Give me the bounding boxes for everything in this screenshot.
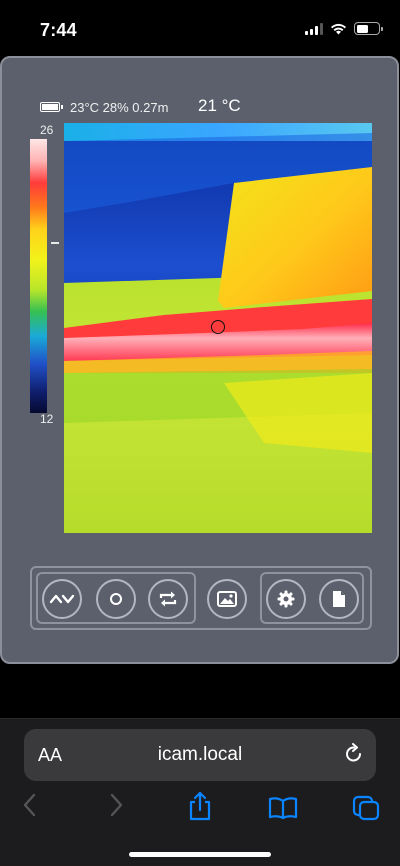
share-icon	[189, 791, 211, 821]
scale-min-label: 12	[40, 412, 54, 426]
status-time: 7:44	[40, 20, 77, 40]
address-bar[interactable]: AA icam.local	[24, 729, 376, 781]
document-icon	[333, 591, 345, 607]
device-info: 23°C 28% 0.27m	[40, 98, 168, 116]
gallery-button[interactable]	[207, 579, 247, 619]
phone-battery-icon	[354, 22, 383, 35]
wifi-icon	[331, 23, 346, 34]
adjust-range-button[interactable]	[42, 579, 82, 619]
reload-icon	[346, 743, 361, 762]
color-scale-bar	[30, 139, 47, 413]
status-bar: 7:44	[0, 0, 400, 52]
cellular-signal-icon	[305, 22, 323, 35]
tabs-icon	[352, 795, 380, 821]
browser-chrome: AA icam.local	[0, 718, 400, 866]
reload-button[interactable]	[344, 743, 364, 770]
image-icon	[217, 591, 237, 607]
chevron-right-icon	[110, 793, 123, 817]
camera-panel: 23°C 28% 0.27m 21 °C 26 12	[0, 56, 399, 664]
status-icons	[305, 22, 383, 35]
measurement-crosshair	[211, 320, 225, 334]
share-button[interactable]	[187, 791, 213, 826]
repeat-icon	[159, 591, 177, 607]
book-icon	[268, 797, 298, 820]
back-button[interactable]	[22, 793, 38, 822]
file-button[interactable]	[319, 579, 359, 619]
forward-button[interactable]	[108, 793, 124, 822]
home-indicator	[129, 852, 271, 857]
scale-max-label: 26	[40, 123, 54, 137]
control-bar	[30, 566, 372, 630]
gear-icon	[277, 590, 295, 608]
device-battery-icon	[40, 102, 63, 112]
chevron-up-down-icon	[49, 594, 75, 604]
circle-icon	[110, 593, 122, 605]
capture-button[interactable]	[96, 579, 136, 619]
thermal-image[interactable]	[64, 123, 372, 533]
chevron-left-icon	[23, 793, 36, 817]
rotate-button[interactable]	[148, 579, 188, 619]
scale-marker	[51, 242, 59, 244]
center-temperature: 21 °C	[198, 96, 241, 115]
settings-button[interactable]	[266, 579, 306, 619]
device-readings: 23°C 28% 0.27m	[70, 99, 169, 115]
url-text[interactable]: icam.local	[24, 744, 376, 766]
tabs-button[interactable]	[352, 795, 380, 826]
bookmarks-button[interactable]	[268, 796, 298, 825]
